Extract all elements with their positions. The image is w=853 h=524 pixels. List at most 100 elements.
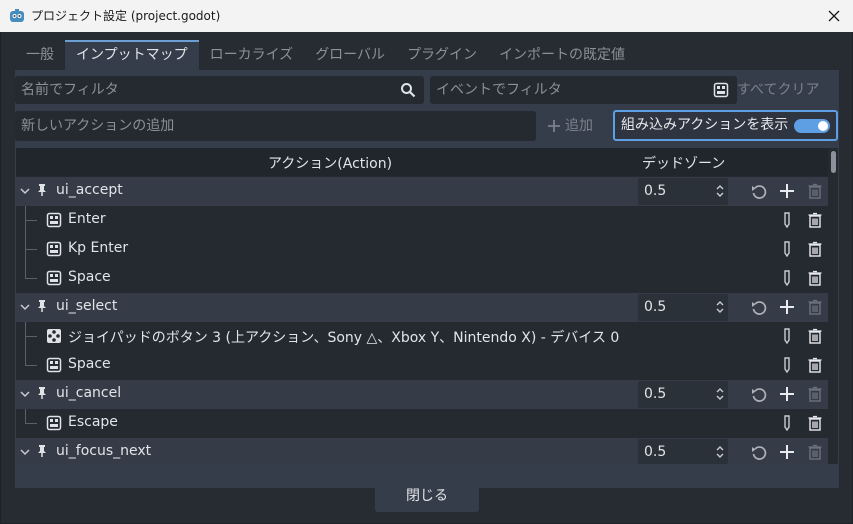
event-row[interactable]: Kp Enter [16,235,828,264]
deadzone-spinbox[interactable]: 0.5 [638,178,728,205]
trash-icon[interactable] [807,241,823,257]
trash-icon[interactable] [807,415,823,431]
chevron-down-icon[interactable] [20,184,30,198]
new-action-placeholder: 新しいアクションの追加 [21,118,175,134]
close-dialog-button[interactable]: 閉じる [375,480,479,512]
tab-general[interactable]: 一般 [15,40,65,70]
event-name: Escape [68,414,118,430]
edit-pencil-icon[interactable] [779,212,795,228]
deadzone-spinbox[interactable]: 0.5 [638,439,728,464]
edit-pencil-icon[interactable] [779,270,795,286]
action-row[interactable]: ui_cancel 0.5 [16,380,828,409]
tree-guide [25,220,37,221]
tree-guide [25,264,26,279]
edit-pencil-icon[interactable] [779,328,795,344]
action-row[interactable]: ui_select 0.5 [16,293,828,322]
show-builtin-actions-toggle[interactable]: 組み込みアクションを表示 [613,110,838,141]
chevron-down-icon[interactable] [20,387,30,401]
action-name: ui_select [56,298,118,314]
tree-header: アクション(Action) デッドゾーン [16,148,828,176]
keyboard-key-icon [46,415,62,431]
action-name: ui_cancel [56,385,122,401]
edit-pencil-icon[interactable] [779,357,795,373]
chevron-down-icon[interactable] [20,445,30,459]
event-row[interactable]: Escape [16,409,828,438]
trash-icon[interactable] [807,212,823,228]
chevron-down-icon[interactable] [20,300,30,314]
spinner-arrows-icon[interactable] [716,445,724,459]
deadzone-value: 0.5 [644,299,667,315]
add-action-button[interactable]: 追加 [540,111,602,141]
tab-localization[interactable]: ローカライズ [199,40,305,70]
add-action-label: 追加 [565,118,593,134]
trash-icon[interactable] [807,299,823,315]
revert-icon[interactable] [751,445,767,461]
add-event-icon[interactable] [779,386,795,402]
scrollbar-thumb[interactable] [831,151,836,173]
edit-pencil-icon[interactable] [779,241,795,257]
event-name: Space [68,269,111,285]
add-event-icon[interactable] [779,299,795,315]
action-name: ui_accept [56,182,123,198]
deadzone-value: 0.5 [644,183,667,199]
trash-icon[interactable] [807,328,823,344]
keyboard-event-icon[interactable] [713,82,729,98]
revert-icon[interactable] [751,300,767,316]
keyboard-key-icon [46,357,62,373]
action-row[interactable]: ui_focus_next 0.5 [16,438,828,464]
window-titlebar: プロジェクト設定 (project.godot) [0,0,853,32]
tree-guide [25,365,37,366]
keyboard-key-icon [46,270,62,286]
action-tree: アクション(Action) デッドゾーン ui_accept 0.5 Enter [16,148,838,464]
spinner-arrows-icon[interactable] [716,300,724,314]
deadzone-value: 0.5 [644,386,667,402]
name-filter-placeholder: 名前でフィルタ [21,82,119,98]
close-icon [828,10,840,22]
deadzone-spinbox[interactable]: 0.5 [638,294,728,321]
toggle-switch-icon[interactable] [794,119,830,133]
tree-guide [25,278,37,279]
revert-icon[interactable] [751,184,767,200]
tab-plugins[interactable]: プラグイン [396,40,488,70]
tab-import-defaults[interactable]: インポートの既定値 [488,40,636,70]
trash-icon[interactable] [807,357,823,373]
event-name: ジョイパッドのボタン 3 (上アクション、Sony △、Xbox Y、Ninte… [68,330,620,346]
action-name: ui_focus_next [56,443,152,459]
window-title: プロジェクト設定 (project.godot) [31,9,221,23]
name-filter-input[interactable]: 名前でフィルタ [15,76,424,104]
pin-icon [38,445,46,457]
event-filter-input[interactable]: イベントでフィルタ [430,76,737,104]
event-name: Space [68,356,111,372]
tab-bar: 一般 インプットマップ ローカライズ グローバル プラグイン インポートの既定値 [15,40,636,70]
new-action-input[interactable]: 新しいアクションの追加 [15,111,536,141]
trash-icon[interactable] [807,386,823,402]
edit-pencil-icon[interactable] [779,415,795,431]
tab-globals[interactable]: グローバル [304,40,396,70]
trash-icon[interactable] [807,444,823,460]
pin-icon [38,387,46,399]
show-builtin-label: 組み込みアクションを表示 [621,117,789,133]
event-row[interactable]: Enter [16,206,828,235]
clear-all-button[interactable]: すべてクリア [737,76,819,104]
trash-icon[interactable] [807,270,823,286]
spinner-arrows-icon[interactable] [716,387,724,401]
column-header-deadzone: デッドゾーン [642,156,726,172]
tab-input-map[interactable]: インプットマップ [65,40,199,70]
event-row[interactable]: ジョイパッドのボタン 3 (上アクション、Sony △、Xbox Y、Ninte… [16,322,828,351]
event-row[interactable]: Space [16,264,828,293]
tree-guide [25,351,26,366]
revert-icon[interactable] [751,387,767,403]
project-settings-dialog: 一般 インプットマップ ローカライズ グローバル プラグイン インポートの既定値… [1,32,852,523]
vertical-scrollbar[interactable] [831,151,836,459]
event-row[interactable]: Space [16,351,828,380]
trash-icon[interactable] [807,183,823,199]
deadzone-spinbox[interactable]: 0.5 [638,381,728,408]
spinner-arrows-icon[interactable] [716,184,724,198]
add-event-icon[interactable] [779,183,795,199]
add-event-icon[interactable] [779,444,795,460]
plus-icon [548,120,560,132]
column-header-action: アクション(Action) [268,156,393,172]
window-close-button[interactable] [815,0,853,32]
pin-icon [38,184,46,196]
action-row[interactable]: ui_accept 0.5 [16,177,828,206]
